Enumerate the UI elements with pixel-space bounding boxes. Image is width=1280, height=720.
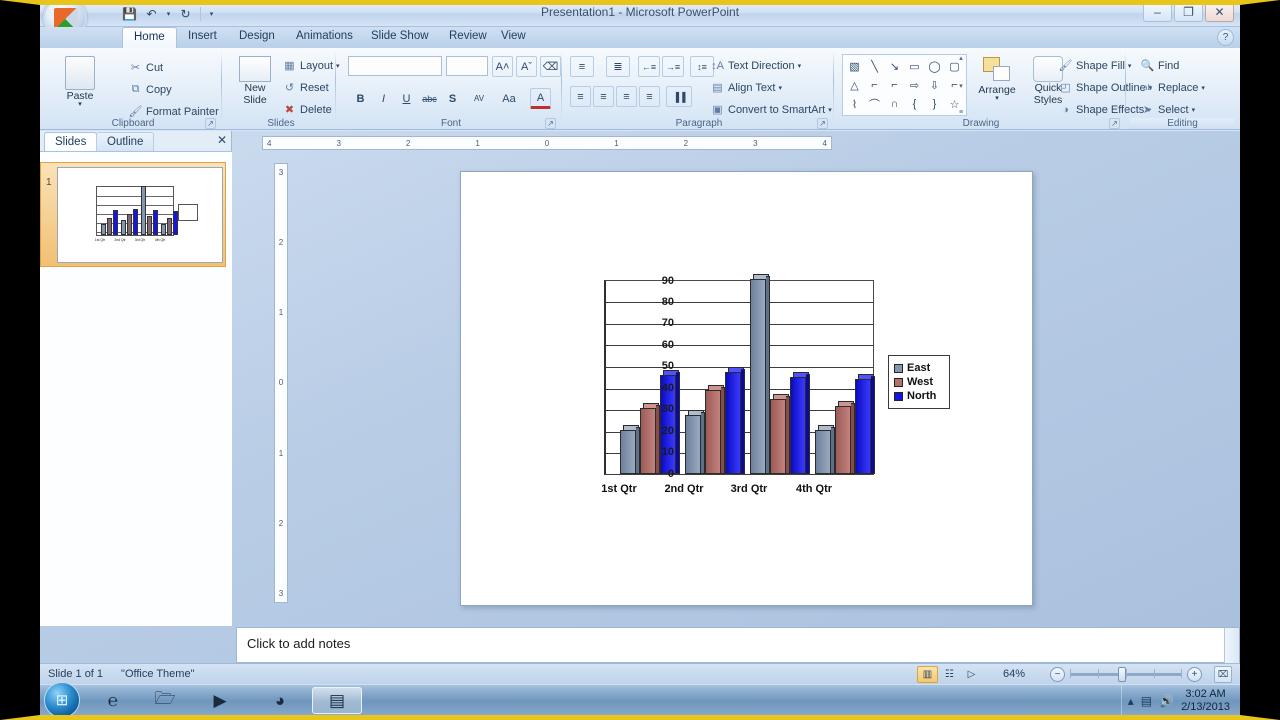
desktop: 💾 ↶ ▾ ↻ ▾ Presentation1 - Microsoft Powe… (0, 0, 1280, 720)
screen-border (0, 0, 1280, 720)
